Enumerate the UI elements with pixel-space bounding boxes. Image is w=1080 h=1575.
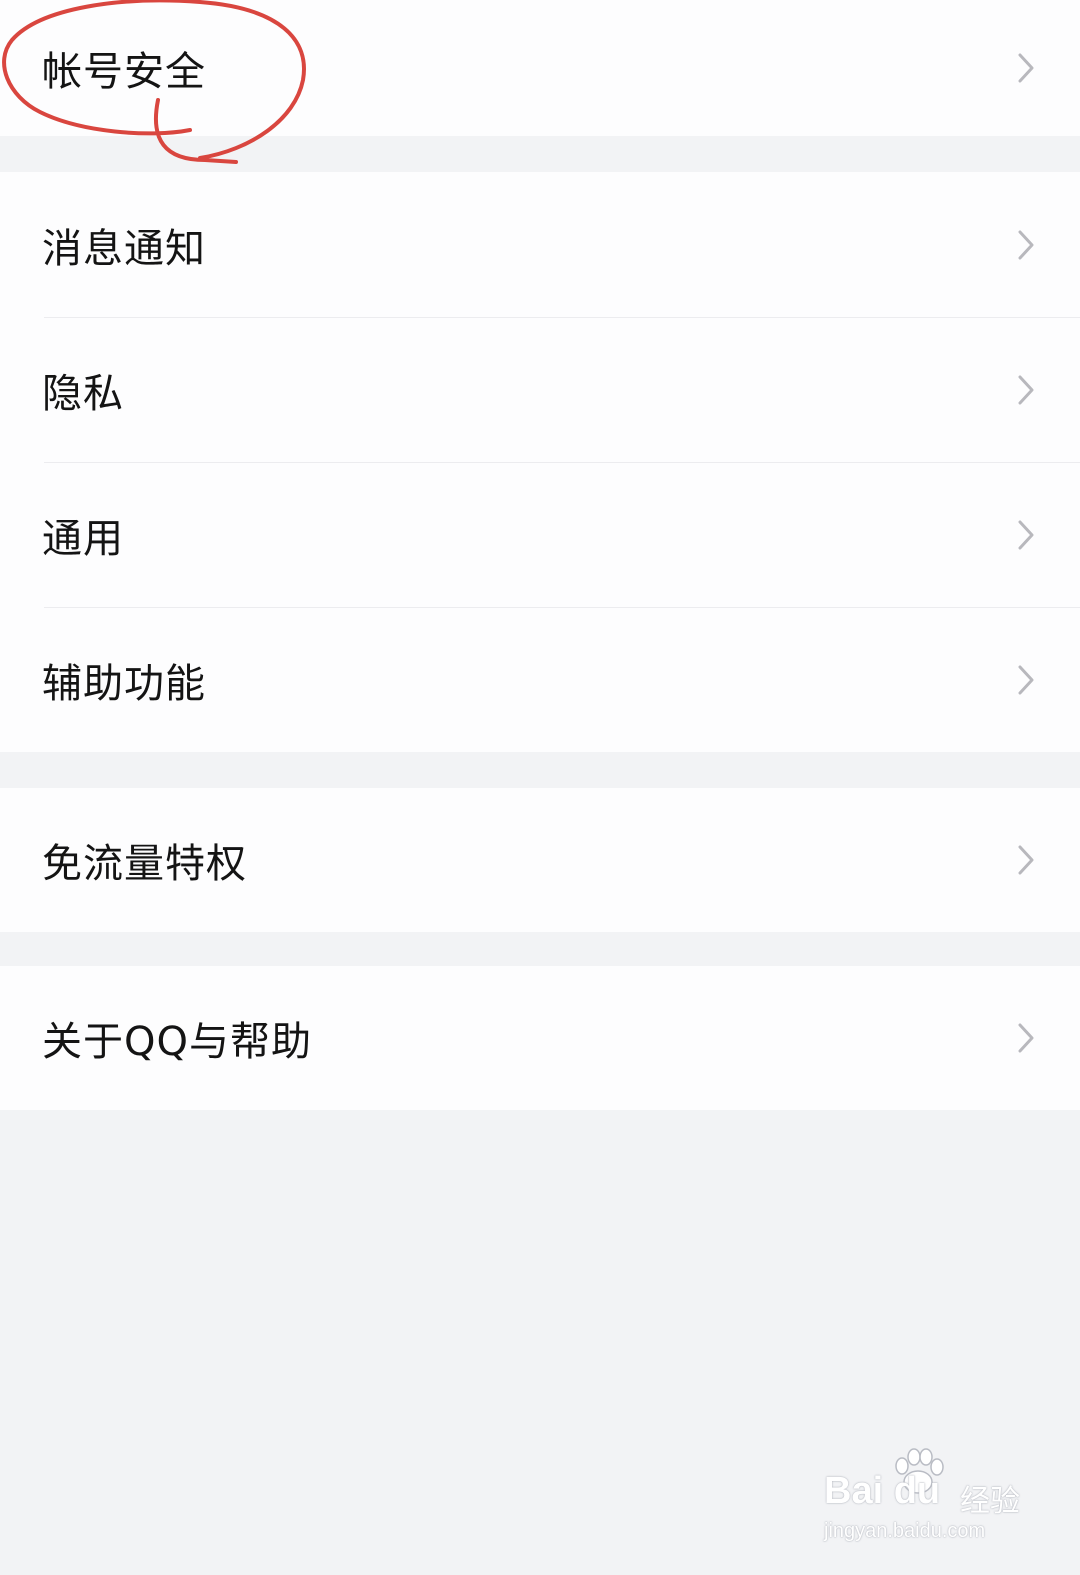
settings-item-general[interactable]: 通用 — [0, 462, 1080, 607]
settings-item-label: 通用 — [42, 515, 124, 562]
settings-item-label: 辅助功能 — [42, 660, 206, 707]
settings-group-about: 关于QQ与帮助 — [0, 966, 1080, 1110]
baidu-jingyan-watermark: Bai du 经验 jingyan.baidu.com — [820, 1448, 1020, 1548]
chevron-right-icon — [1018, 53, 1034, 83]
settings-item-label: 消息通知 — [42, 225, 206, 272]
watermark-url: jingyan.baidu.com — [824, 1520, 986, 1542]
settings-group-general: 消息通知 隐私 通用 辅助功能 — [0, 172, 1080, 752]
baidu-paw-icon — [895, 1448, 944, 1494]
settings-item-account-security[interactable]: 帐号安全 — [0, 0, 1080, 136]
settings-item-notifications[interactable]: 消息通知 — [0, 172, 1080, 317]
chevron-right-icon — [1018, 520, 1034, 549]
watermark-product: 经验 — [960, 1485, 1020, 1518]
chevron-right-icon — [1018, 1023, 1034, 1053]
watermark-brand: Bai du — [824, 1470, 941, 1512]
settings-item-label: 免流量特权 — [42, 841, 247, 887]
settings-item-accessibility[interactable]: 辅助功能 — [0, 607, 1080, 752]
settings-item-about-help[interactable]: 关于QQ与帮助 — [0, 966, 1080, 1110]
chevron-right-icon — [1018, 665, 1034, 694]
chevron-right-icon — [1018, 845, 1034, 875]
settings-item-privacy[interactable]: 隐私 — [0, 317, 1080, 462]
settings-item-label: 隐私 — [42, 370, 124, 417]
settings-item-free-data[interactable]: 免流量特权 — [0, 788, 1080, 932]
chevron-right-icon — [1018, 230, 1034, 259]
settings-group-data: 免流量特权 — [0, 788, 1080, 932]
settings-item-label: 关于QQ与帮助 — [42, 1019, 312, 1065]
settings-item-label: 帐号安全 — [42, 49, 206, 95]
chevron-right-icon — [1018, 375, 1034, 404]
settings-group-account: 帐号安全 — [0, 0, 1080, 136]
